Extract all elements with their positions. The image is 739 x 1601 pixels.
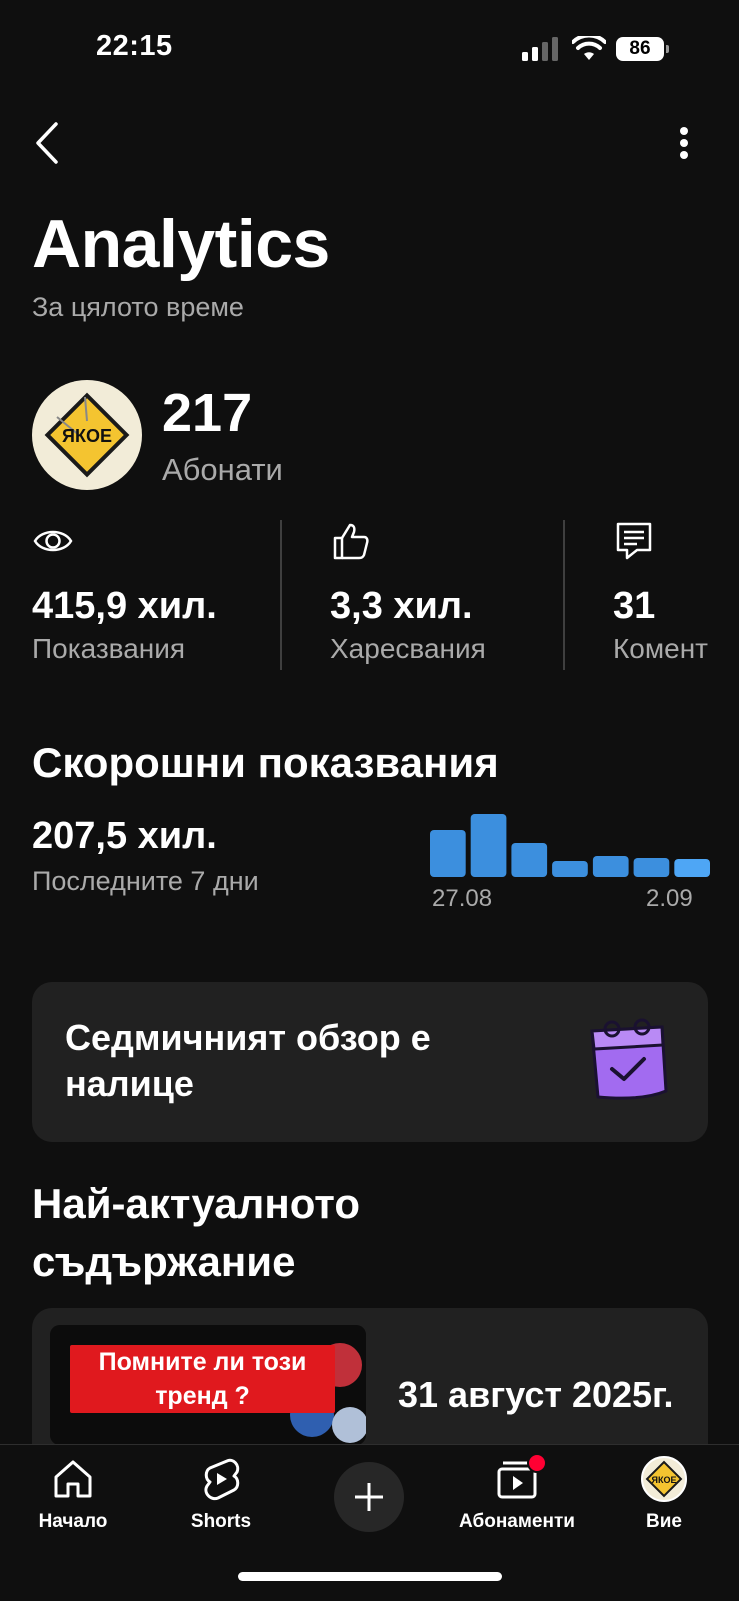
nav-you-label: Вие [646, 1511, 682, 1532]
recent-views-value: 207,5 хил. [32, 815, 217, 857]
thumbs-up-icon [333, 523, 369, 560]
nav-you[interactable]: ЯКОЕ Вие [604, 1455, 724, 1533]
calendar-check-icon [590, 1018, 668, 1100]
battery-indicator: 86 [616, 37, 669, 61]
stat-likes[interactable]: 3,3 хил. Харесвания [330, 520, 550, 670]
stat-likes-value: 3,3 хил. [330, 585, 473, 627]
nav-subscriptions-label: Абонаменти [459, 1511, 575, 1532]
svg-text:ЯКОЕ: ЯКОЕ [652, 1475, 677, 1485]
status-time: 22:15 [96, 30, 173, 62]
chevron-left-icon [36, 122, 58, 164]
stat-comments[interactable]: 31 Комент [613, 520, 739, 670]
subscriber-count: 217 [162, 383, 253, 443]
stat-divider [563, 520, 565, 670]
comment-icon [616, 522, 652, 560]
recent-views-period: Последните 7 дни [32, 866, 259, 896]
chart-bar-2.09 [674, 859, 710, 877]
page-title: Analytics [32, 206, 330, 282]
thumbnail-caption: Помните ли този тренд ? [70, 1345, 335, 1413]
notification-dot [527, 1453, 547, 1473]
stat-likes-label: Харесвания [330, 633, 486, 664]
subscriber-label: Абонати [162, 452, 283, 487]
chart-tick-end: 2.09 [646, 885, 693, 912]
period-selector[interactable]: За цялото време [32, 292, 244, 323]
chart-bar-1.09 [633, 858, 670, 877]
more-vertical-icon [680, 127, 688, 159]
nav-shorts-label: Shorts [190, 1511, 252, 1532]
chart-bar-27.08 [430, 830, 466, 877]
back-button[interactable] [30, 118, 70, 168]
recent-views-title: Скорошни показвания [32, 739, 499, 786]
cellular-signal-icon [522, 37, 558, 61]
channel-logo-icon: ЯКОЕ [44, 392, 130, 478]
nav-home-label: Начало [38, 1511, 108, 1532]
status-icons: 86 [522, 34, 669, 64]
wifi-icon [572, 36, 606, 60]
chart-bar-28.08 [470, 814, 507, 877]
home-icon [54, 1460, 92, 1498]
chart-bar-29.08 [511, 843, 548, 877]
chart-bar-31.08 [592, 856, 629, 877]
nav-subscriptions[interactable]: Абонаменти [457, 1453, 577, 1533]
svg-text:ЯКОЕ: ЯКОЕ [62, 426, 112, 446]
channel-avatar[interactable]: ЯКОЕ [32, 380, 142, 490]
stat-comments-label: Комент [613, 633, 708, 664]
stat-views-value: 415,9 хил. [32, 585, 217, 627]
chart-tick-start: 27.08 [432, 885, 493, 912]
nav-shorts[interactable]: Shorts [161, 1455, 281, 1533]
stat-views-label: Показвания [32, 633, 186, 664]
stat-divider [280, 520, 282, 670]
create-button[interactable] [334, 1462, 404, 1532]
more-options-button[interactable] [664, 122, 704, 172]
you-avatar-icon: ЯКОЕ [641, 1456, 687, 1502]
content-date: 31 август 2025г. [398, 1374, 674, 1415]
home-indicator [238, 1572, 502, 1581]
plus-icon [355, 1483, 383, 1511]
top-content-title: Най-актуалното съдържание [32, 1180, 360, 1285]
chart-bar-30.08 [552, 861, 588, 877]
stat-views[interactable]: 415,9 хил. Показвания [32, 520, 262, 670]
nav-home[interactable]: Начало [13, 1455, 133, 1533]
eye-icon [33, 530, 73, 552]
weekly-summary-text: Седмичният обзор е налице [65, 1017, 431, 1104]
stat-comments-value: 31 [613, 585, 656, 627]
video-thumbnail[interactable]: Помните ли този тренд ? [50, 1325, 366, 1445]
shorts-icon [204, 1458, 240, 1501]
